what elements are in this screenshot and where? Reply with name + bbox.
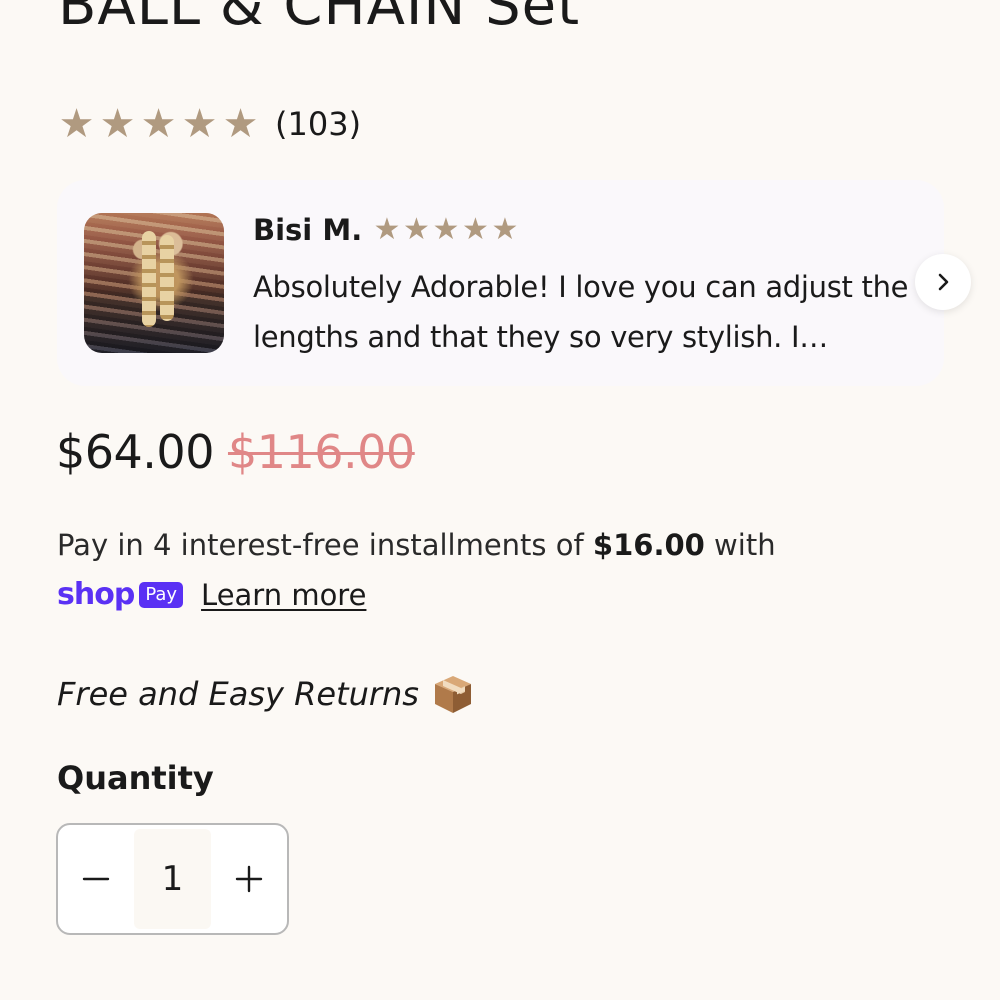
chevron-right-icon <box>938 273 949 291</box>
shop-pay-line: shop Pay Learn more <box>57 570 957 620</box>
minus-icon <box>82 877 110 881</box>
learn-more-link[interactable]: Learn more <box>201 570 366 620</box>
installments-prefix: Pay in 4 interest-free installments of <box>57 528 593 562</box>
star-icon: ★ <box>58 101 95 147</box>
quantity-input[interactable] <box>134 829 211 929</box>
star-icon: ★ <box>491 212 519 247</box>
star-icon: ★ <box>462 212 489 247</box>
star-icon: ★ <box>140 101 177 147</box>
installments-suffix: with <box>704 528 776 562</box>
star-icon: ★ <box>222 101 259 147</box>
star-icon: ★ <box>432 212 460 247</box>
next-review-button[interactable] <box>915 254 971 310</box>
package-box-icon <box>434 676 471 713</box>
product-rating[interactable]: ★ ★ ★ ★ ★ (103) <box>56 102 361 146</box>
quantity-stepper <box>56 823 289 935</box>
returns-note: Free and Easy Returns <box>57 668 475 720</box>
quantity-increase-button[interactable] <box>211 825 287 933</box>
plus-icon <box>235 865 263 893</box>
installments-line: Pay in 4 interest-free installments of $… <box>57 520 957 570</box>
rating-stars: ★ ★ ★ ★ ★ <box>56 104 261 144</box>
compare-at-price: $116.00 <box>227 425 415 479</box>
price-row: $64.00 $116.00 <box>56 424 415 480</box>
shop-pay-installments: Pay in 4 interest-free installments of $… <box>57 520 957 620</box>
quantity-label: Quantity <box>57 759 214 797</box>
star-icon: ★ <box>181 101 218 147</box>
review-carousel-card[interactable]: Bisi M. ★ ★ ★ ★ ★ Absolutely Adorable! I… <box>57 180 944 386</box>
shop-pay-badge: Pay <box>139 582 184 608</box>
product-title: BALL & CHAIN Set <box>58 0 581 38</box>
quantity-decrease-button[interactable] <box>58 825 134 933</box>
star-icon: ★ <box>373 212 401 247</box>
star-icon: ★ <box>99 101 136 147</box>
reviewer-header: Bisi M. ★ ★ ★ ★ ★ <box>253 210 520 250</box>
shop-pay-wordmark: shop <box>57 577 135 612</box>
shop-pay-logo[interactable]: shop Pay <box>57 577 184 612</box>
review-count[interactable]: (103) <box>275 108 361 140</box>
star-icon: ★ <box>403 212 430 247</box>
bracelet-beads <box>160 235 174 321</box>
sale-price: $64.00 <box>56 425 214 479</box>
bracelet-beads <box>142 231 156 327</box>
review-photo[interactable] <box>84 213 224 353</box>
reviewer-name: Bisi M. <box>253 212 363 247</box>
installment-amount: $16.00 <box>592 528 705 562</box>
returns-text: Free and Easy Returns <box>57 675 419 713</box>
review-text: Absolutely Adorable! I love you can adju… <box>253 270 909 354</box>
